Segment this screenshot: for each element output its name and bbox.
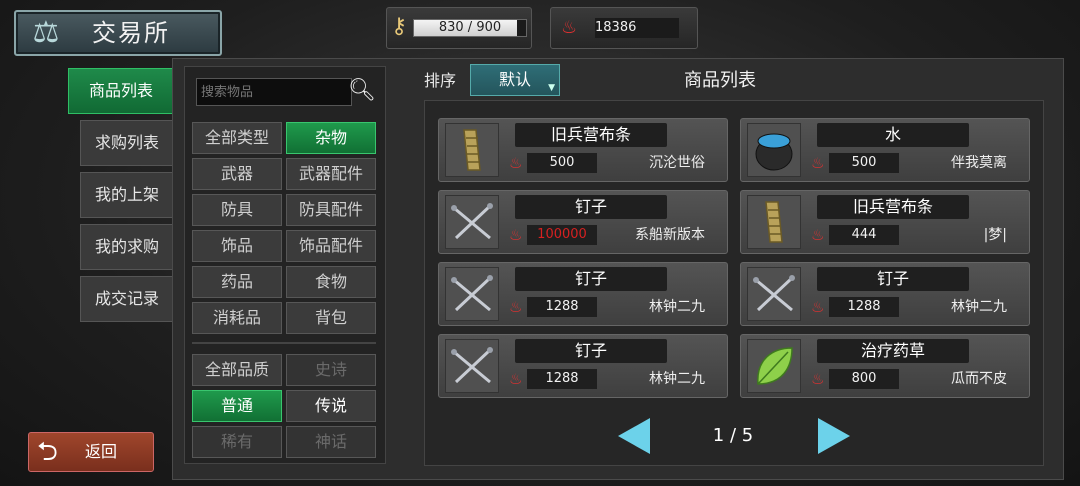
item-price: 1288 bbox=[527, 369, 597, 389]
fire-icon: ♨ bbox=[561, 17, 578, 38]
filter-type-armor-parts[interactable]: 防具配件 bbox=[286, 194, 376, 226]
item-seller: 林钟二九 bbox=[649, 371, 705, 387]
filter-quality-rare[interactable]: 稀有 bbox=[192, 426, 282, 458]
herb-leaf-icon bbox=[747, 339, 801, 393]
item-name: 钉子 bbox=[515, 267, 667, 291]
filter-type-medicine[interactable]: 药品 bbox=[192, 266, 282, 298]
list-item[interactable]: 水 ♨ 500 伴我莫离 bbox=[740, 118, 1030, 182]
tab-buy-list[interactable]: 求购列表 bbox=[80, 120, 174, 166]
fire-icon: ♨ bbox=[509, 370, 523, 388]
item-price: 500 bbox=[829, 153, 899, 173]
list-item[interactable]: 旧兵营布条 ♨ 444 |梦| bbox=[740, 190, 1030, 254]
filter-type-accessory-parts[interactable]: 饰品配件 bbox=[286, 230, 376, 262]
tab-my-requests[interactable]: 我的求购 bbox=[80, 224, 174, 270]
filter-type-armor[interactable]: 防具 bbox=[192, 194, 282, 226]
back-label: 返回 bbox=[85, 442, 118, 461]
item-price: 1288 bbox=[527, 297, 597, 317]
filter-type-weapon[interactable]: 武器 bbox=[192, 158, 282, 190]
filter-type-all[interactable]: 全部类型 bbox=[192, 122, 282, 154]
item-seller: 瓜而不皮 bbox=[951, 371, 1007, 387]
fire-icon: ♨ bbox=[509, 154, 523, 172]
water-pot-icon bbox=[747, 123, 801, 177]
filter-quality-mythic[interactable]: 神话 bbox=[286, 426, 376, 458]
title-plate: ⚖ 交易所 bbox=[14, 10, 222, 56]
scales-icon: ⚖ bbox=[32, 15, 60, 50]
back-button[interactable]: ⮌ 返回 bbox=[28, 432, 154, 472]
chevron-down-icon: ▼ bbox=[548, 83, 555, 93]
item-seller: |梦| bbox=[983, 227, 1007, 243]
filter-quality-epic[interactable]: 史诗 bbox=[286, 354, 376, 386]
filter-type-misc[interactable]: 杂物 bbox=[286, 122, 376, 154]
item-name: 水 bbox=[817, 123, 969, 147]
item-seller: 林钟二九 bbox=[649, 299, 705, 315]
sort-selected: 默认 bbox=[498, 70, 531, 89]
fire-icon: ♨ bbox=[509, 298, 523, 316]
item-seller: 林钟二九 bbox=[951, 299, 1007, 315]
item-seller: 沉沦世俗 bbox=[649, 155, 705, 171]
currency-box: ♨ 18386 bbox=[550, 7, 698, 49]
item-seller: 伴我莫离 bbox=[951, 155, 1007, 171]
item-price: 100000 bbox=[527, 225, 597, 245]
fire-icon: ♨ bbox=[509, 226, 523, 244]
item-price: 500 bbox=[527, 153, 597, 173]
list-item[interactable]: 钉子 ♨ 100000 系船新版本 bbox=[438, 190, 728, 254]
cloth-strip-icon bbox=[747, 195, 801, 249]
sort-dropdown[interactable]: 默认 ▼ bbox=[470, 64, 560, 96]
list-item[interactable]: 钉子 ♨ 1288 林钟二九 bbox=[740, 262, 1030, 326]
cloth-strip-icon bbox=[445, 123, 499, 177]
currency-value: 18386 bbox=[595, 18, 679, 38]
filter-type-accessory[interactable]: 饰品 bbox=[192, 230, 282, 262]
stamina-text: 830 / 900 bbox=[438, 20, 502, 35]
page-indicator: 1 / 5 bbox=[712, 425, 754, 446]
item-seller: 系船新版本 bbox=[635, 227, 705, 243]
nails-icon bbox=[747, 267, 801, 321]
nails-icon bbox=[445, 195, 499, 249]
item-name: 钉子 bbox=[515, 339, 667, 363]
search-icon[interactable]: 🔍︎ bbox=[348, 78, 376, 103]
stamina-box: ⚷ 830 / 900 bbox=[386, 7, 532, 49]
tab-goods-list[interactable]: 商品列表 bbox=[68, 68, 174, 114]
filter-divider bbox=[192, 342, 376, 344]
item-name: 钉子 bbox=[515, 195, 667, 219]
page-title: 交易所 bbox=[92, 19, 170, 47]
key-icon: ⚷ bbox=[391, 14, 408, 39]
item-price: 1288 bbox=[829, 297, 899, 317]
fire-icon: ♨ bbox=[811, 226, 825, 244]
list-item[interactable]: 旧兵营布条 ♨ 500 沉沦世俗 bbox=[438, 118, 728, 182]
back-arrow-icon: ⮌ bbox=[37, 437, 58, 467]
fire-icon: ♨ bbox=[811, 370, 825, 388]
prev-page-arrow-icon[interactable] bbox=[618, 418, 650, 454]
next-page-arrow-icon[interactable] bbox=[818, 418, 850, 454]
list-item[interactable]: 钉子 ♨ 1288 林钟二九 bbox=[438, 334, 728, 398]
sort-label: 排序 bbox=[424, 71, 457, 90]
fire-icon: ♨ bbox=[811, 298, 825, 316]
item-price: 444 bbox=[829, 225, 899, 245]
filter-type-backpack[interactable]: 背包 bbox=[286, 302, 376, 334]
filter-type-food[interactable]: 食物 bbox=[286, 266, 376, 298]
nails-icon bbox=[445, 267, 499, 321]
list-title: 商品列表 bbox=[684, 70, 756, 91]
fire-icon: ♨ bbox=[811, 154, 825, 172]
filter-type-consumable[interactable]: 消耗品 bbox=[192, 302, 282, 334]
item-name: 治疗药草 bbox=[817, 339, 969, 363]
item-name: 旧兵营布条 bbox=[817, 195, 969, 219]
tab-trade-history[interactable]: 成交记录 bbox=[80, 276, 174, 322]
filter-type-weapon-parts[interactable]: 武器配件 bbox=[286, 158, 376, 190]
filter-quality-legendary[interactable]: 传说 bbox=[286, 390, 376, 422]
stamina-bar: 830 / 900 bbox=[413, 19, 527, 37]
tab-my-listings[interactable]: 我的上架 bbox=[80, 172, 174, 218]
nails-icon bbox=[445, 339, 499, 393]
list-item[interactable]: 钉子 ♨ 1288 林钟二九 bbox=[438, 262, 728, 326]
filter-quality-all[interactable]: 全部品质 bbox=[192, 354, 282, 386]
item-name: 旧兵营布条 bbox=[515, 123, 667, 147]
search-input[interactable] bbox=[196, 78, 352, 106]
filter-quality-common[interactable]: 普通 bbox=[192, 390, 282, 422]
item-name: 钉子 bbox=[817, 267, 969, 291]
item-price: 800 bbox=[829, 369, 899, 389]
list-item[interactable]: 治疗药草 ♨ 800 瓜而不皮 bbox=[740, 334, 1030, 398]
